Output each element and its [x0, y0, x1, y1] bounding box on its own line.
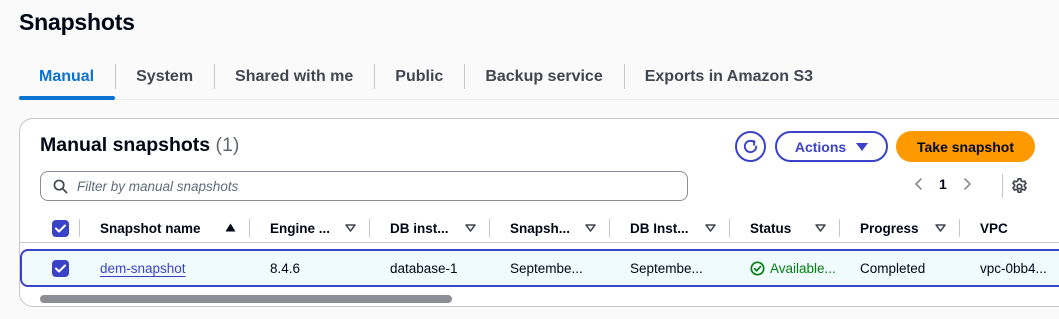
snapshot-name-link[interactable]: dem-snapshot — [100, 261, 186, 276]
column-divider — [369, 219, 370, 237]
gear-icon[interactable] — [1010, 177, 1029, 196]
chevron-right-icon[interactable] — [961, 177, 973, 191]
search-icon — [53, 179, 68, 193]
snapshot-name-cell: dem-snapshot — [100, 251, 186, 285]
column-header-vpc[interactable]: VPC — [980, 213, 1008, 243]
progress-cell: Completed — [860, 260, 926, 276]
select-all-checkbox[interactable] — [52, 213, 69, 243]
column-divider — [249, 219, 250, 237]
tab-public[interactable]: Public — [374, 60, 464, 99]
take-snapshot-button[interactable]: Take snapshot — [896, 131, 1035, 162]
filter-field[interactable] — [40, 171, 688, 201]
status-success-icon — [750, 260, 765, 276]
panel-title: Manual snapshots (1) — [40, 134, 239, 157]
table-row[interactable]: dem-snapshot 8.4.6 database-1 Septembe..… — [20, 249, 1059, 287]
sort-desc-icon[interactable] — [815, 224, 826, 232]
column-divider — [729, 219, 730, 237]
column-divider — [79, 219, 80, 237]
refresh-button[interactable] — [735, 131, 766, 162]
column-divider — [839, 219, 840, 237]
tab-backup-service[interactable]: Backup service — [464, 60, 623, 99]
tab-bar: Manual System Shared with me Public Back… — [19, 60, 1059, 100]
column-header-snapshot-time[interactable]: Snapsh... — [510, 213, 570, 243]
pagination: 1 — [913, 176, 973, 192]
snapshot-time-cell: Septembe... — [510, 260, 583, 276]
checkmark-icon — [55, 264, 66, 272]
page-number[interactable]: 1 — [939, 176, 947, 192]
sort-desc-icon[interactable] — [935, 224, 946, 232]
actions-label: Actions — [794, 138, 847, 155]
row-checkbox[interactable] — [52, 251, 69, 285]
column-header-engine[interactable]: Engine ... — [270, 213, 330, 243]
column-divider — [609, 219, 610, 237]
column-divider — [489, 219, 490, 237]
status-badge: Available... — [750, 261, 836, 276]
tab-shared-with-me[interactable]: Shared with me — [214, 60, 374, 99]
column-header-status[interactable]: Status — [750, 213, 791, 243]
sort-asc-icon[interactable] — [225, 223, 236, 232]
status-text: Available... — [770, 260, 836, 276]
chevron-left-icon[interactable] — [913, 177, 925, 191]
column-header-db-instance[interactable]: DB inst... — [390, 213, 449, 243]
vpc-cell: vpc-0bb4... — [980, 260, 1047, 276]
checkmark-icon — [55, 224, 66, 232]
panel-title-text: Manual snapshots — [40, 134, 211, 156]
tab-exports-s3[interactable]: Exports in Amazon S3 — [623, 60, 834, 99]
horizontal-scrollbar[interactable] — [40, 295, 452, 303]
status-cell: Available... — [750, 251, 836, 285]
page-title: Snapshots — [19, 9, 135, 35]
column-header-db-instance-created[interactable]: DB Inst... — [630, 213, 689, 243]
pager-divider — [1002, 174, 1003, 198]
engine-cell: 8.4.6 — [270, 260, 301, 276]
table-header: Snapshot name Engine ... DB inst... Snap… — [20, 213, 1059, 243]
checkbox-box — [52, 219, 69, 237]
sort-desc-icon[interactable] — [465, 224, 476, 232]
checkbox-box — [52, 259, 69, 277]
db-instance-cell: database-1 — [390, 260, 458, 276]
sort-desc-icon[interactable] — [705, 224, 716, 232]
snapshot-count: (1) — [215, 134, 240, 156]
db-instance-created-cell: Septembe... — [630, 260, 703, 276]
filter-input[interactable] — [77, 178, 657, 194]
tab-manual[interactable]: Manual — [19, 60, 116, 100]
column-header-snapshot-name[interactable]: Snapshot name — [100, 213, 201, 243]
column-header-progress[interactable]: Progress — [860, 213, 919, 243]
caret-down-icon — [856, 142, 869, 151]
sort-desc-icon[interactable] — [585, 224, 596, 232]
actions-button[interactable]: Actions — [775, 131, 888, 162]
column-divider — [959, 219, 960, 237]
tab-system[interactable]: System — [115, 60, 214, 99]
manual-snapshots-panel: Manual snapshots (1) Actions Take snapsh… — [19, 118, 1059, 307]
refresh-icon — [743, 139, 758, 154]
sort-desc-icon[interactable] — [345, 224, 356, 232]
